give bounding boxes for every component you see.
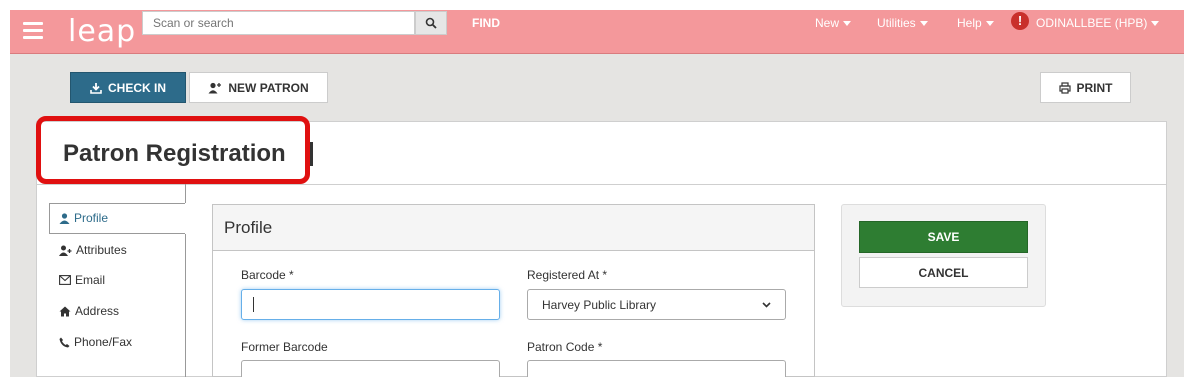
tab-profile[interactable]: Profile [59,211,108,225]
home-icon [59,306,71,316]
profile-section-header [212,204,815,251]
hamburger-menu-icon[interactable] [23,22,43,40]
tab-phone-fax-label: Phone/Fax [74,335,133,349]
new-patron-button[interactable]: NEW PATRON [189,72,328,103]
registered-at-value: Harvey Public Library [542,297,657,312]
tab-address-label: Address [75,304,120,318]
tab-divider [185,184,186,203]
check-in-button[interactable]: CHECK IN [70,72,186,103]
barcode-label: Barcode * [241,268,294,282]
registered-at-select[interactable]: Harvey Public Library [527,289,786,320]
find-link[interactable]: FIND [472,16,500,30]
search-input[interactable] [142,11,415,35]
print-button[interactable]: PRINT [1040,72,1131,103]
text-cursor [253,297,254,312]
phone-icon [59,337,70,347]
cancel-button[interactable]: CANCEL [859,257,1028,288]
envelope-icon [59,275,71,285]
title-divider [36,184,1167,185]
download-icon [90,82,102,94]
patron-code-select[interactable] [527,360,786,377]
user-plus-icon [208,82,222,93]
user-menu-label: ODINALLBEE (HPB) [1036,16,1148,30]
chevron-down-icon [762,301,771,308]
user-icon [59,212,70,224]
menu-help-label: Help [957,16,982,30]
profile-section-title: Profile [224,218,273,237]
tab-address[interactable]: Address [59,304,119,318]
print-icon [1058,81,1071,94]
search-icon [425,17,437,29]
former-barcode-input[interactable] [241,360,500,377]
chevron-down-icon [985,21,994,27]
text-cursor [310,142,313,166]
menu-help[interactable]: Help [957,16,994,30]
search-button[interactable] [415,11,447,35]
actions-panel [841,204,1046,307]
tab-divider [185,234,186,377]
tab-email[interactable]: Email [59,273,105,287]
tab-attributes[interactable]: Attributes [59,243,127,257]
user-menu[interactable]: ODINALLBEE (HPB) [1036,16,1160,30]
new-patron-label: NEW PATRON [228,80,309,95]
check-in-label: CHECK IN [107,80,166,95]
save-button[interactable]: SAVE [859,221,1028,253]
chevron-down-icon [919,21,928,27]
highlight-annotation [36,116,310,184]
tab-phone-fax[interactable]: Phone/Fax [59,335,132,349]
tab-profile-label: Profile [74,211,109,225]
barcode-input[interactable] [241,289,500,320]
print-label: PRINT [1076,80,1113,95]
user-plus-icon [59,245,72,256]
chevron-down-icon [1151,21,1160,27]
tab-email-label: Email [75,273,106,287]
chevron-down-icon [843,21,852,27]
alert-icon[interactable]: ! [1011,12,1029,30]
former-barcode-label: Former Barcode [241,340,328,354]
tab-attributes-label: Attributes [76,243,127,257]
menu-new[interactable]: New [815,16,852,30]
patron-code-label: Patron Code * [527,340,603,354]
menu-utilities[interactable]: Utilities [877,16,928,30]
app-logo[interactable]: leap [68,14,136,49]
menu-utilities-label: Utilities [877,16,916,30]
registered-at-label: Registered At * [527,268,608,282]
menu-new-label: New [815,16,840,30]
